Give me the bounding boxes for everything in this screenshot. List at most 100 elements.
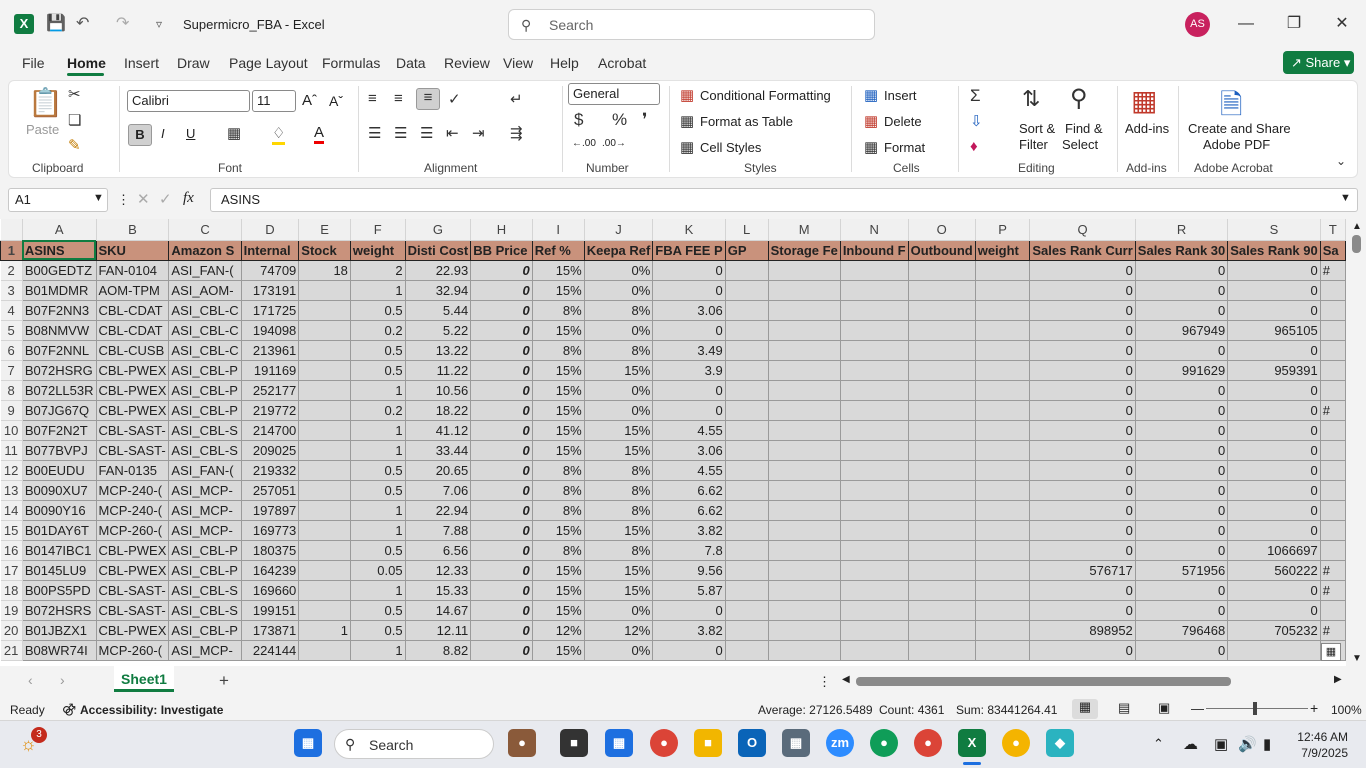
cell[interactable]: 14.67 [405, 600, 472, 621]
header-cell[interactable]: Stock [298, 239, 351, 261]
tab-data[interactable]: Data [396, 55, 426, 71]
cell[interactable]: MCP-240-( [96, 500, 170, 521]
prev-sheet-icon[interactable]: ‹ [28, 672, 33, 688]
cell[interactable]: 173871 [241, 620, 300, 641]
cell[interactable] [1320, 460, 1346, 481]
cell[interactable]: 1 [350, 380, 406, 401]
cell[interactable] [975, 560, 1031, 581]
cell[interactable]: # [1320, 260, 1346, 281]
cell[interactable]: 3.82 [652, 620, 726, 641]
cell[interactable] [725, 280, 769, 301]
cell[interactable] [725, 420, 769, 441]
insert-function-icon[interactable]: fx [183, 190, 194, 207]
tab-home[interactable]: Home [67, 55, 106, 71]
cell[interactable] [840, 580, 909, 601]
outlook-icon[interactable]: O [738, 729, 766, 757]
cell[interactable]: 33.44 [405, 440, 472, 461]
row-header[interactable]: 18 [0, 580, 23, 601]
cell[interactable]: B00GEDTZ [22, 260, 97, 281]
vertical-scrollbar[interactable]: ▲ ▼ [1346, 219, 1366, 666]
cell[interactable] [840, 360, 909, 381]
cell[interactable]: 0 [1135, 340, 1229, 361]
cancel-entry-icon[interactable]: ✕ [137, 190, 150, 208]
cell[interactable]: 0 [1135, 580, 1229, 601]
cell[interactable]: 15% [532, 260, 585, 281]
decrease-decimal-icon[interactable]: .00→ [602, 138, 626, 149]
cell[interactable]: 5.22 [405, 320, 472, 341]
column-header[interactable]: P [975, 219, 1031, 241]
cell[interactable]: B0090XU7 [22, 480, 97, 501]
cell[interactable] [1320, 500, 1346, 521]
cell[interactable]: B0090Y16 [22, 500, 97, 521]
cell[interactable] [1320, 280, 1346, 301]
cell[interactable] [298, 280, 351, 301]
cell[interactable]: 3.82 [652, 520, 726, 541]
show-hidden-icons-icon[interactable]: ⌃ [1153, 736, 1164, 752]
cell[interactable] [725, 260, 769, 281]
cell[interactable] [975, 420, 1031, 441]
cell[interactable] [908, 340, 976, 361]
cell[interactable]: 0.5 [350, 340, 406, 361]
cell[interactable] [840, 400, 909, 421]
cell[interactable] [1320, 440, 1346, 461]
cell[interactable]: 224144 [241, 640, 300, 661]
cell[interactable]: 0 [470, 520, 533, 541]
cell[interactable]: 1 [350, 420, 406, 441]
row-header[interactable]: 9 [0, 400, 23, 421]
close-icon[interactable]: ✕ [1322, 12, 1362, 36]
cell[interactable]: 9.56 [652, 560, 726, 581]
cell[interactable]: CBL-SAST- [96, 580, 170, 601]
cell[interactable]: CBL-PWEX [96, 380, 170, 401]
cell[interactable] [908, 360, 976, 381]
cell[interactable]: 576717 [1029, 560, 1136, 581]
cell[interactable]: 0 [470, 320, 533, 341]
cell[interactable]: ASI_CBL-P [168, 380, 242, 401]
cell[interactable] [725, 600, 769, 621]
cell[interactable]: ASI_MCP- [168, 500, 242, 521]
paste-label[interactable]: Paste [26, 122, 59, 137]
align-right-icon[interactable]: ☰ [420, 124, 433, 142]
row-header[interactable]: 3 [0, 280, 23, 301]
decrease-indent-icon[interactable]: ⇤ [446, 124, 459, 142]
cell[interactable]: 0% [584, 600, 654, 621]
cell[interactable] [908, 400, 976, 421]
accessibility-status[interactable]: Accessibility: Investigate [80, 703, 223, 717]
cell[interactable]: B08NMVW [22, 320, 97, 341]
comma-style-icon[interactable]: ❜ [642, 110, 647, 130]
cell[interactable] [975, 260, 1031, 281]
cell[interactable]: ASI_CBL-P [168, 400, 242, 421]
cell[interactable]: 7.8 [652, 540, 726, 561]
cell[interactable]: B00PS5PD [22, 580, 97, 601]
volume-icon[interactable]: 🔊 [1238, 735, 1257, 753]
bold-button[interactable]: B [128, 124, 152, 146]
cell[interactable]: 0 [1227, 600, 1321, 621]
cell[interactable]: 3.9 [652, 360, 726, 381]
cell[interactable] [768, 580, 841, 601]
cell[interactable] [725, 560, 769, 581]
calculator-icon[interactable]: ▦ [782, 729, 810, 757]
wrap-text-icon[interactable]: ↵ [510, 90, 523, 108]
add-sheet-icon[interactable]: + [219, 671, 229, 691]
cell[interactable] [908, 620, 976, 641]
zoom-icon[interactable]: zm [826, 729, 854, 757]
cell[interactable]: 197897 [241, 500, 300, 521]
cell[interactable]: 7.88 [405, 520, 472, 541]
insert-cells-button[interactable]: Insert [884, 88, 917, 103]
cell[interactable]: 5.44 [405, 300, 472, 321]
cell[interactable] [908, 460, 976, 481]
cell[interactable] [840, 260, 909, 281]
cell[interactable]: 0.2 [350, 400, 406, 421]
italic-button[interactable]: I [161, 126, 165, 141]
column-header[interactable]: M [768, 219, 841, 241]
cell[interactable]: 213961 [241, 340, 300, 361]
column-header[interactable]: E [298, 219, 351, 241]
clear-icon[interactable]: ♦ [970, 138, 978, 155]
increase-decimal-icon[interactable]: ←.00 [572, 138, 596, 149]
share-button[interactable]: ↗ Share ▾ [1283, 51, 1354, 74]
cell[interactable]: 0 [1227, 300, 1321, 321]
cell[interactable]: 0.5 [350, 620, 406, 641]
row-header[interactable]: 20 [0, 620, 23, 641]
cell[interactable]: 5.87 [652, 580, 726, 601]
cell[interactable] [975, 440, 1031, 461]
worksheet-table[interactable]: ABCDEFGHIJKLMNOPQRST 1 ASINS SKU Amazon S In… [0, 219, 1346, 661]
